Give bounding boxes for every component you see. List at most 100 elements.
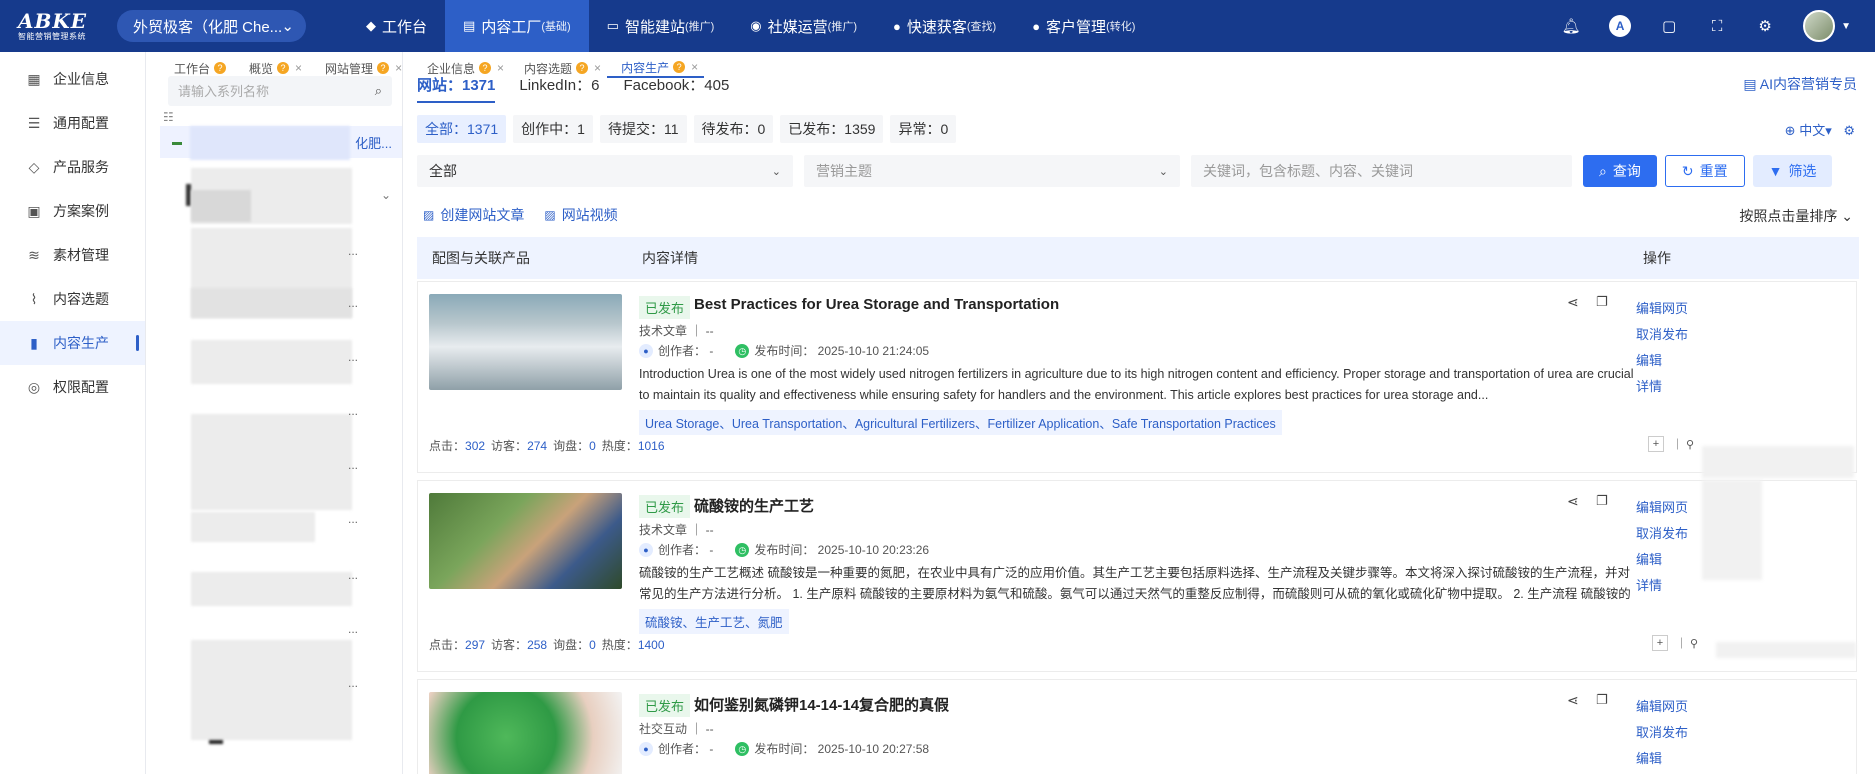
edit-webpage-link[interactable]: 编辑网页 <box>1636 694 1688 720</box>
series-item-truncated[interactable]: ... <box>348 404 358 418</box>
keyword-input[interactable]: 关键词，包含标题、内容、关键词 <box>1191 155 1572 187</box>
copy-icon[interactable]: ❐ <box>1596 294 1608 310</box>
app-logo[interactable]: ABKE 智能营销管理系统 <box>0 0 100 52</box>
create-article-button[interactable]: ▨ 创建网站文章 <box>423 205 524 225</box>
article-thumbnail[interactable] <box>429 493 622 589</box>
unpublish-link[interactable]: 取消发布 <box>1636 521 1688 547</box>
inquiries-value: 0 <box>589 638 596 652</box>
avatar[interactable] <box>1803 10 1836 42</box>
plus-icon[interactable]: + <box>1652 635 1668 651</box>
edit-link[interactable]: 编辑 <box>1636 547 1688 573</box>
gear-icon[interactable]: ⚙ <box>1755 16 1775 36</box>
reset-button[interactable]: ↻ 重置 <box>1664 155 1745 187</box>
status-all[interactable]: 全部：1371 <box>417 115 507 143</box>
heat-label: 热度： <box>601 439 638 453</box>
share-icon[interactable]: ⋖ <box>1567 692 1579 709</box>
edit-link[interactable]: 编辑 <box>1636 746 1688 772</box>
article-thumbnail[interactable] <box>429 692 622 774</box>
table-header: 配图与关联产品 内容详情 操作 <box>417 237 1859 279</box>
filter-button[interactable]: ▼ 筛选 <box>1752 155 1833 187</box>
series-item-truncated[interactable]: ... <box>348 244 358 258</box>
search-icon[interactable]: ⌕ <box>375 83 382 99</box>
bell-icon[interactable]: 🔔︎ <box>1561 16 1581 36</box>
query-button[interactable]: ⌕ 查询 <box>1583 155 1657 187</box>
edit-webpage-link[interactable]: 编辑网页 <box>1636 296 1688 322</box>
article-title[interactable]: Best Practices for Urea Storage and Tran… <box>694 296 1059 313</box>
channel-website[interactable]: 网站：1371 <box>417 74 496 103</box>
blurred-content <box>209 740 223 744</box>
ai-assistant-icon[interactable]: A <box>1609 15 1632 37</box>
details-link[interactable]: 详情 <box>1636 374 1688 400</box>
chevron-down-icon[interactable]: ⌄ <box>381 188 391 202</box>
sidebar-item-products[interactable]: ◇ 产品服务 <box>0 145 145 189</box>
nav-customer-mgmt[interactable]: ● 客户管理 (转化) <box>1014 0 1153 52</box>
article-title[interactable]: 硫酸铵的生产工艺 <box>694 495 814 516</box>
status-error[interactable]: 异常：0 <box>890 115 957 143</box>
nav-social-media[interactable]: ◉ 社媒运营 (推广) <box>732 0 875 52</box>
share-icon[interactable]: ⋖ <box>1567 493 1579 510</box>
close-icon[interactable]: × <box>395 61 402 75</box>
nav-smart-site[interactable]: ▭ 智能建站 (推广) <box>589 0 733 52</box>
nav-content-factory[interactable]: ▤ 内容工厂 (基础) <box>445 0 589 52</box>
sidebar-item-company-info[interactable]: ▦ 企业信息 <box>0 57 145 101</box>
unpublish-link[interactable]: 取消发布 <box>1636 322 1688 348</box>
series-item-truncated[interactable]: ... <box>348 350 358 364</box>
article-thumbnail[interactable] <box>429 294 622 390</box>
series-item-truncated[interactable]: ... <box>348 568 358 582</box>
sidebar-item-permissions[interactable]: ◎ 权限配置 <box>0 365 145 409</box>
close-icon[interactable]: × <box>295 61 302 75</box>
close-icon[interactable]: × <box>691 60 698 74</box>
close-icon[interactable]: × <box>594 61 601 75</box>
ai-specialist-link[interactable]: ▤ AI内容营销专员 <box>1743 74 1857 94</box>
series-item-truncated[interactable]: ... <box>348 296 358 310</box>
table-row: 已发布 硫酸铵的生产工艺 ⋖ ❐ 技术文章 ｜ -- ● 创作者： - ◷ 发布时间：… <box>417 480 1857 672</box>
tab-workbench[interactable]: 工作台? <box>157 58 232 78</box>
tab-overview[interactable]: 概览? × <box>232 58 308 78</box>
category-select[interactable]: 全部 ⌄ <box>417 155 793 187</box>
site-video-button[interactable]: ▨ 网站视频 <box>544 205 617 225</box>
series-search-input[interactable] <box>178 83 375 99</box>
tenant-selector[interactable]: 外贸极客（化肥 Che... ⌄ <box>117 10 306 42</box>
sidebar-item-general-config[interactable]: ☰ 通用配置 <box>0 101 145 145</box>
sidebar-item-topics[interactable]: ⌇ 内容选题 <box>0 277 145 321</box>
edit-webpage-link[interactable]: 编辑网页 <box>1636 495 1688 521</box>
fullscreen-icon[interactable]: ⛶ <box>1707 16 1727 36</box>
status-published[interactable]: 已发布：1359 <box>780 115 884 143</box>
language-selector[interactable]: ⊕ 中文▾ ⚙ <box>1785 120 1855 139</box>
series-item-truncated[interactable]: ... <box>348 512 358 526</box>
folder-icon[interactable]: ▢ <box>1659 16 1679 36</box>
copy-icon[interactable]: ❐ <box>1596 493 1608 509</box>
clicks-value: 297 <box>465 638 486 652</box>
series-search-box[interactable]: ⌕ <box>168 76 392 106</box>
tab-site-management[interactable]: 网站管理? × <box>308 58 408 78</box>
gear-icon[interactable]: ⚙ <box>1843 123 1855 138</box>
share-icon[interactable]: ⋖ <box>1567 294 1579 311</box>
plus-icon[interactable]: + <box>1648 436 1664 452</box>
sort-select[interactable]: 按照点击量排序 ⌄ <box>1739 206 1853 226</box>
nav-workbench[interactable]: ◆ 工作台 <box>348 0 445 52</box>
status-pending-submit[interactable]: 待提交：11 <box>599 115 687 143</box>
edit-link[interactable]: 编辑 <box>1636 348 1688 374</box>
menu-collapse-icon[interactable]: ☷ <box>163 110 174 124</box>
sidebar-item-content-production[interactable]: ▮ 内容生产 <box>0 321 145 365</box>
top-navigation-bar: ABKE 智能营销管理系统 外贸极客（化肥 Che... ⌄ ◆ 工作台 ▤ 内容工… <box>0 0 1875 52</box>
channel-facebook[interactable]: Facebook：405 <box>623 74 729 103</box>
nav-lead-gen[interactable]: ● 快速获客 (查找) <box>875 0 1014 52</box>
details-link[interactable]: 详情 <box>1636 573 1688 599</box>
channel-linkedin[interactable]: LinkedIn：6 <box>519 74 599 103</box>
chevron-down-icon[interactable]: ▼ <box>1841 21 1851 32</box>
series-item-truncated[interactable]: ... <box>348 458 358 472</box>
topic-select[interactable]: 营销主题 ⌄ <box>804 155 1180 187</box>
article-title[interactable]: 如何鉴别氮磷钾14-14-14复合肥的真假 <box>694 694 949 715</box>
author-icon: ● <box>639 542 653 557</box>
sidebar-item-materials[interactable]: ≋ 素材管理 <box>0 233 145 277</box>
close-icon[interactable]: × <box>497 61 504 75</box>
sidebar-item-cases[interactable]: ▣ 方案案例 <box>0 189 145 233</box>
series-item-truncated[interactable]: ... <box>348 622 358 636</box>
nav-label: 工作台 <box>382 18 428 36</box>
series-item-truncated[interactable]: ... <box>348 676 358 690</box>
unpublish-link[interactable]: 取消发布 <box>1636 720 1688 746</box>
status-pending-publish[interactable]: 待发布：0 <box>693 115 774 143</box>
status-creating[interactable]: 创作中：1 <box>513 115 593 143</box>
copy-icon[interactable]: ❐ <box>1596 692 1608 708</box>
